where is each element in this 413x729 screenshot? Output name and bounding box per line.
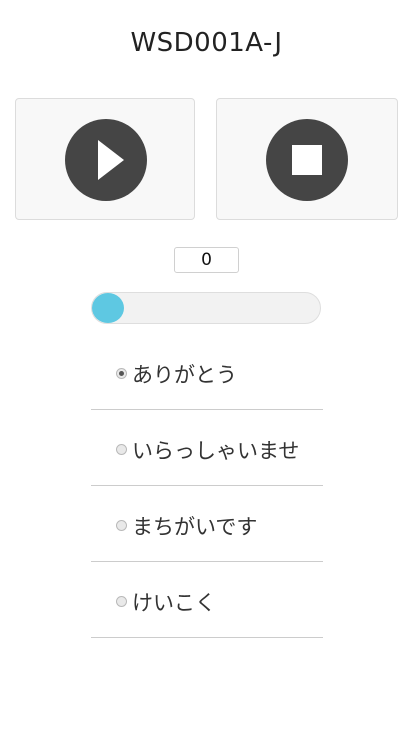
phrase-option[interactable]: けいこく — [91, 562, 323, 638]
stop-button[interactable] — [216, 98, 398, 220]
phrase-option-label: いらっしゃいませ — [132, 439, 300, 463]
phrase-option-label: ありがとう — [132, 363, 237, 387]
app-screen: WSD001A-J 0 ありがとう いらっしゃいませ まちがいです けいこく — [0, 0, 413, 729]
play-icon — [65, 119, 147, 201]
radio-icon[interactable] — [116, 596, 127, 607]
phrase-option-list: ありがとう いらっしゃいませ まちがいです けいこく — [91, 334, 323, 638]
radio-icon[interactable] — [116, 368, 127, 379]
phrase-option[interactable]: ありがとう — [91, 334, 323, 410]
counter-display: 0 — [174, 247, 239, 273]
play-button[interactable] — [15, 98, 195, 220]
radio-icon[interactable] — [116, 520, 127, 531]
phrase-option-label: まちがいです — [132, 515, 258, 539]
phrase-option-label: けいこく — [132, 591, 216, 615]
volume-slider-thumb[interactable] — [92, 293, 124, 323]
page-title: WSD001A-J — [130, 28, 283, 58]
phrase-option[interactable]: いらっしゃいませ — [91, 410, 323, 486]
phrase-option[interactable]: まちがいです — [91, 486, 323, 562]
volume-slider-track[interactable] — [91, 292, 321, 324]
radio-icon[interactable] — [116, 444, 127, 455]
stop-icon — [266, 119, 348, 201]
